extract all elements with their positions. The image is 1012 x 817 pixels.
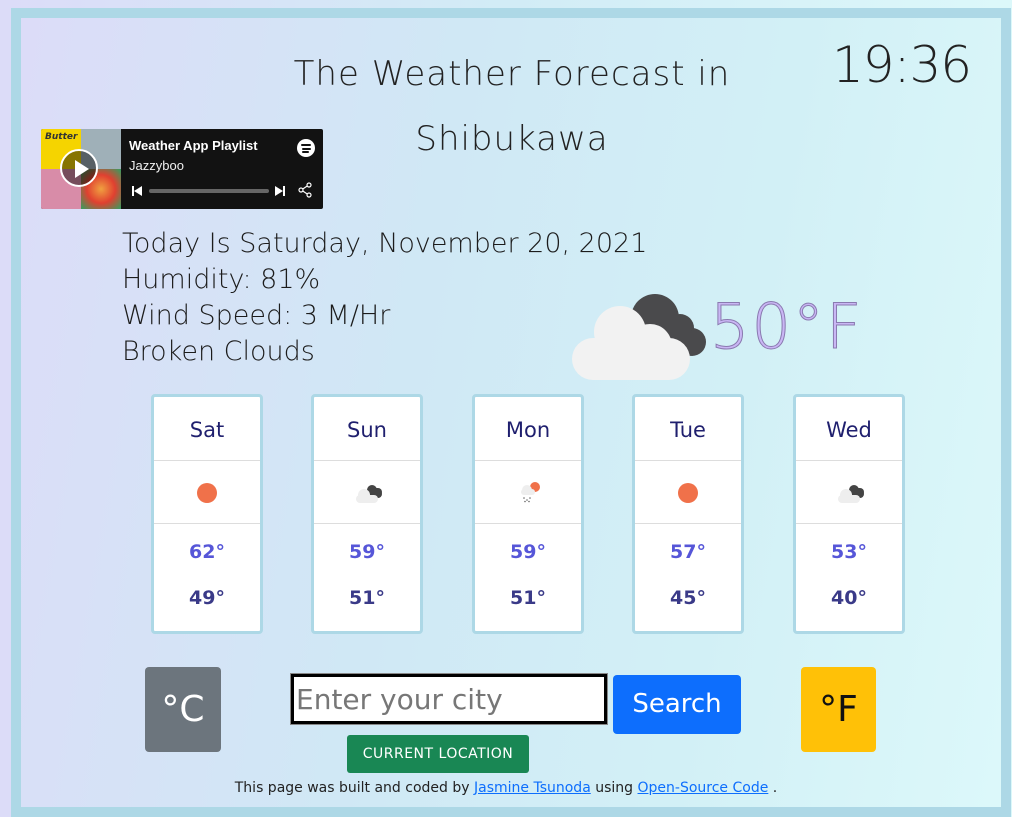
forecast-card: Sat 62° 49° [151, 394, 263, 634]
forecast-low: 40° [831, 587, 867, 609]
search-button[interactable]: Search [613, 675, 741, 734]
current-temperature: 50°F [710, 290, 864, 364]
playlist-title[interactable]: Weather App Playlist [129, 138, 258, 153]
current-location-button[interactable]: CURRENT LOCATION [347, 735, 529, 773]
broken-clouds-icon [356, 485, 382, 503]
clock: 19:36 [832, 36, 972, 94]
playlist-cover: Butter [41, 129, 121, 209]
playlist-owner[interactable]: Jazzyboo [129, 158, 184, 173]
sun-icon [197, 483, 217, 503]
forecast-card: Mon 59° 51° [472, 394, 584, 634]
play-button[interactable] [60, 149, 98, 187]
source-code-link[interactable]: Open-Source Code [638, 780, 769, 796]
wind-speed-text: Wind Speed: 3 M/Hr [122, 300, 391, 331]
sun-icon [678, 483, 698, 503]
forecast-day: Mon [475, 397, 581, 461]
footer-suffix: . [772, 780, 778, 796]
footer-middle: using [595, 780, 634, 796]
fahrenheit-button[interactable]: °F [801, 667, 876, 752]
broken-clouds-icon [572, 294, 706, 380]
forecast-day: Tue [635, 397, 741, 461]
forecast-low: 51° [510, 587, 546, 609]
city-search-input[interactable] [290, 673, 608, 725]
celsius-button[interactable]: °C [145, 667, 221, 752]
footer-prefix: This page was built and coded by [234, 780, 470, 796]
album-art-text: Butter [45, 132, 78, 142]
forecast-high: 57° [670, 541, 706, 563]
city-name: Shibukawa [415, 119, 609, 159]
spotify-player: Butter Weather App Playlist Jazzyboo [41, 129, 323, 209]
rain-sun-icon [521, 482, 540, 503]
author-link[interactable]: Jasmine Tsunoda [474, 780, 591, 796]
forecast-high: 62° [189, 541, 225, 563]
forecast-day: Sat [154, 397, 260, 461]
footer: This page was built and coded by Jasmine… [0, 780, 1012, 796]
share-icon[interactable] [297, 182, 313, 198]
date-text: Today Is Saturday, November 20, 2021 [122, 228, 648, 259]
forecast-day: Sun [314, 397, 420, 461]
current-conditions: Today Is Saturday, November 20, 2021 Hum… [122, 226, 647, 370]
forecast-high: 59° [349, 541, 385, 563]
spotify-logo-icon[interactable] [297, 139, 315, 157]
forecast-high: 53° [831, 541, 867, 563]
forecast-low: 51° [349, 587, 385, 609]
forecast-card: Wed 53° 40° [793, 394, 905, 634]
weather-description: Broken Clouds [122, 336, 315, 367]
forecast-low: 49° [189, 587, 225, 609]
forecast-high: 59° [510, 541, 546, 563]
title-line: The Weather Forecast in [293, 54, 731, 94]
previous-track-icon[interactable] [132, 185, 144, 197]
forecast-day: Wed [796, 397, 902, 461]
forecast-card: Sun 59° 51° [311, 394, 423, 634]
broken-clouds-icon [838, 485, 864, 503]
humidity-text: Humidity: 81% [122, 264, 321, 295]
forecast-card: Tue 57° 45° [632, 394, 744, 634]
forecast-low: 45° [670, 587, 706, 609]
next-track-icon[interactable] [275, 185, 287, 197]
progress-bar[interactable] [149, 189, 269, 193]
